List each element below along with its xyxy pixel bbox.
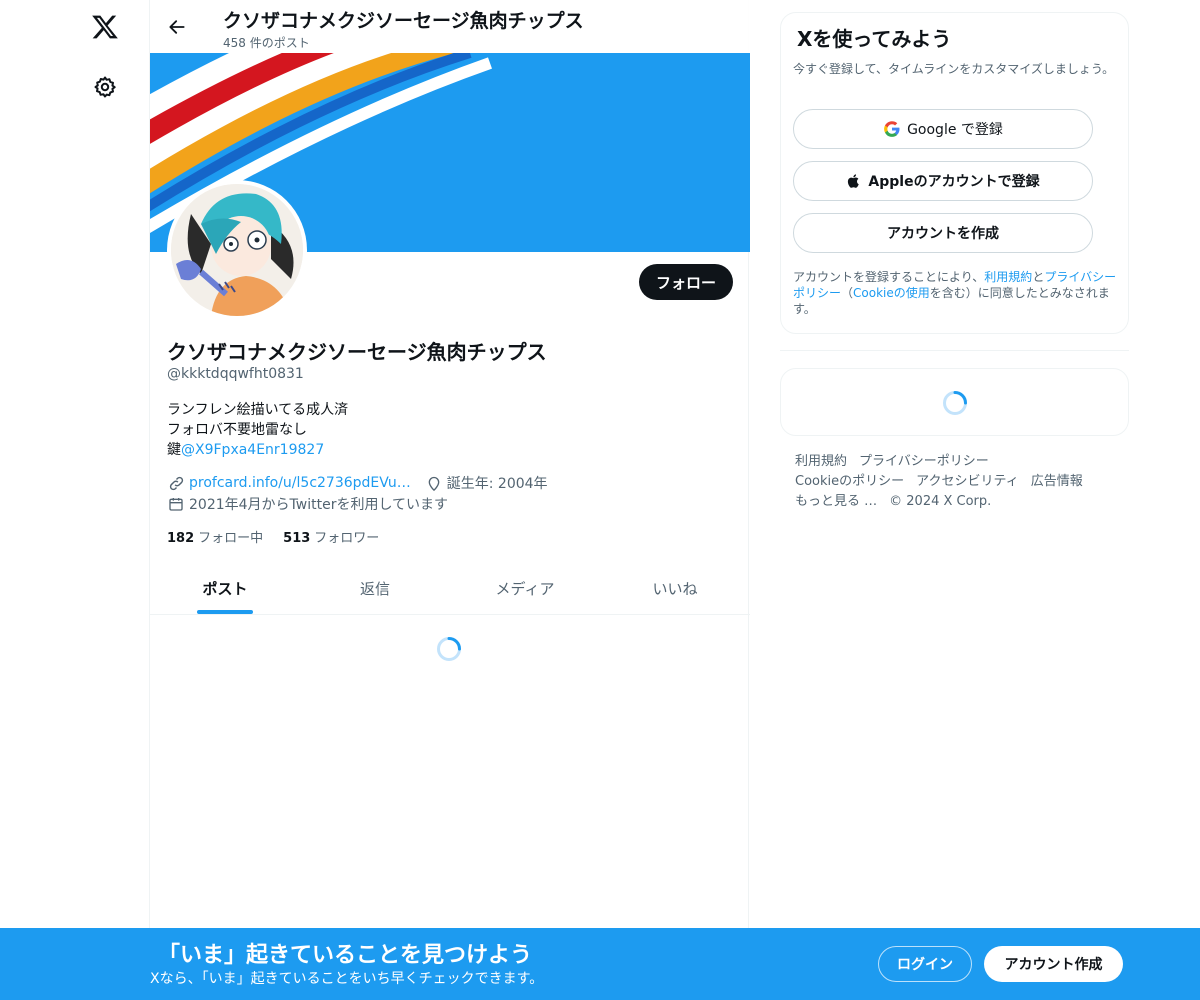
bottom-bar-subtitle: Xなら、「いま」起きていることをいち早くチェックできます。 — [150, 971, 544, 987]
bio-line: 鍵@X9Fpxa4Enr19827 — [167, 440, 348, 460]
signup-subtitle: 今すぐ登録して、タイムラインをカスタマイズしましょう。 — [793, 62, 1115, 76]
gear-icon[interactable] — [88, 70, 122, 104]
joined-row: 2021年4月からTwitterを利用しています — [167, 494, 448, 514]
main-column: クソザコナメクジソーセージ魚肉チップス 458 件のポスト フォロー クソザコナ… — [149, 0, 750, 1000]
footer-link-terms[interactable]: 利用規約 — [795, 454, 847, 469]
profile-tabs: ポスト 返信 メディア いいね — [150, 562, 750, 615]
x-logo-icon[interactable] — [88, 10, 122, 44]
post-count: 458 件のポスト — [223, 36, 310, 50]
bio-mention-link[interactable]: @X9Fpxa4Enr19827 — [181, 442, 324, 458]
bio-line: ランフレン絵描いてる成人済 — [167, 402, 349, 418]
loading-spinner-icon — [942, 390, 968, 420]
bottom-bar-title: 「いま」起きていることを見つけよう — [158, 943, 533, 968]
website-link[interactable]: profcard.info/u/l5c2736pdEVu… — [189, 475, 411, 491]
follow-button[interactable]: フォロー — [639, 264, 733, 300]
profile-header-bar: クソザコナメクジソーセージ魚肉チップス 458 件のポスト — [150, 0, 750, 53]
joined-date: 2021年4月からTwitterを利用しています — [189, 497, 449, 513]
signup-title: Xを使ってみよう — [797, 27, 952, 51]
trends-loading-card — [780, 368, 1129, 436]
link-icon — [167, 474, 185, 492]
birth-year: 誕生年: 2004年 — [446, 476, 548, 492]
login-button[interactable]: ログイン — [878, 946, 972, 982]
tab-media[interactable]: メディア — [450, 562, 600, 614]
footer-link-privacy[interactable]: プライバシーポリシー — [859, 454, 989, 469]
follow-stats: 182 フォロー中 513 フォロワー — [167, 527, 379, 546]
handle: @kkktdqqwfht0831 — [167, 366, 304, 382]
google-signup-button[interactable]: Google で登録 — [793, 109, 1093, 149]
followers-count-link[interactable]: 513 フォロワー — [283, 527, 379, 546]
apple-signup-button[interactable]: Appleのアカウントで登録 — [793, 161, 1093, 201]
back-arrow-icon[interactable] — [162, 12, 192, 42]
profile-meta-row: profcard.info/u/l5c2736pdEVu… 誕生年: 2004年 — [167, 473, 548, 493]
sidebar-divider — [780, 350, 1129, 351]
avatar[interactable] — [167, 180, 307, 320]
apple-icon — [846, 172, 862, 190]
bottom-signup-bar: 「いま」起きていることを見つけよう Xなら、「いま」起きていることをいち早くチェ… — [0, 928, 1200, 1000]
calendar-icon — [167, 495, 185, 513]
header-title: クソザコナメクジソーセージ魚肉チップス — [223, 10, 584, 32]
tab-posts[interactable]: ポスト — [150, 562, 300, 614]
google-signup-label: Google で登録 — [907, 122, 1003, 138]
google-icon — [883, 120, 901, 138]
bio-prefix: 鍵 — [167, 442, 181, 458]
following-count-link[interactable]: 182 フォロー中 — [167, 527, 263, 546]
location-pin-icon — [425, 474, 443, 492]
display-name: クソザコナメクジソーセージ魚肉チップス — [167, 340, 547, 364]
bio-line: フォロバ不要地雷なし — [167, 422, 307, 438]
footer-link-more[interactable]: もっと見る … — [795, 494, 877, 509]
terms-link[interactable]: 利用規約 — [984, 270, 1032, 284]
terms-text: アカウントを登録することにより、利用規約とプライバシーポリシー（Cookieの使… — [793, 270, 1117, 316]
left-nav — [0, 0, 150, 1000]
footer-link-cookie[interactable]: Cookieのポリシー — [795, 474, 904, 489]
signup-button[interactable]: アカウント作成 — [984, 946, 1123, 982]
apple-signup-label: Appleのアカウントで登録 — [868, 174, 1040, 190]
bio: ランフレン絵描いてる成人済 フォロバ不要地雷なし 鍵@X9Fpxa4Enr198… — [167, 400, 348, 460]
tab-replies[interactable]: 返信 — [300, 562, 450, 614]
signup-card: Xを使ってみよう 今すぐ登録して、タイムラインをカスタマイズしましょう。 Goo… — [780, 12, 1129, 334]
footer-link-accessibility[interactable]: アクセシビリティ — [916, 474, 1019, 489]
footer-link-ads[interactable]: 広告情報 — [1031, 474, 1083, 489]
loading-spinner-icon — [436, 636, 462, 666]
copyright: © 2024 X Corp. — [889, 494, 992, 509]
cookie-link[interactable]: Cookieの使用 — [853, 286, 930, 300]
create-account-button[interactable]: アカウントを作成 — [793, 213, 1093, 253]
tab-likes[interactable]: いいね — [600, 562, 750, 614]
footer-links: 利用規約 プライバシーポリシー Cookieのポリシー アクセシビリティ 広告情報 も… — [795, 452, 1115, 512]
